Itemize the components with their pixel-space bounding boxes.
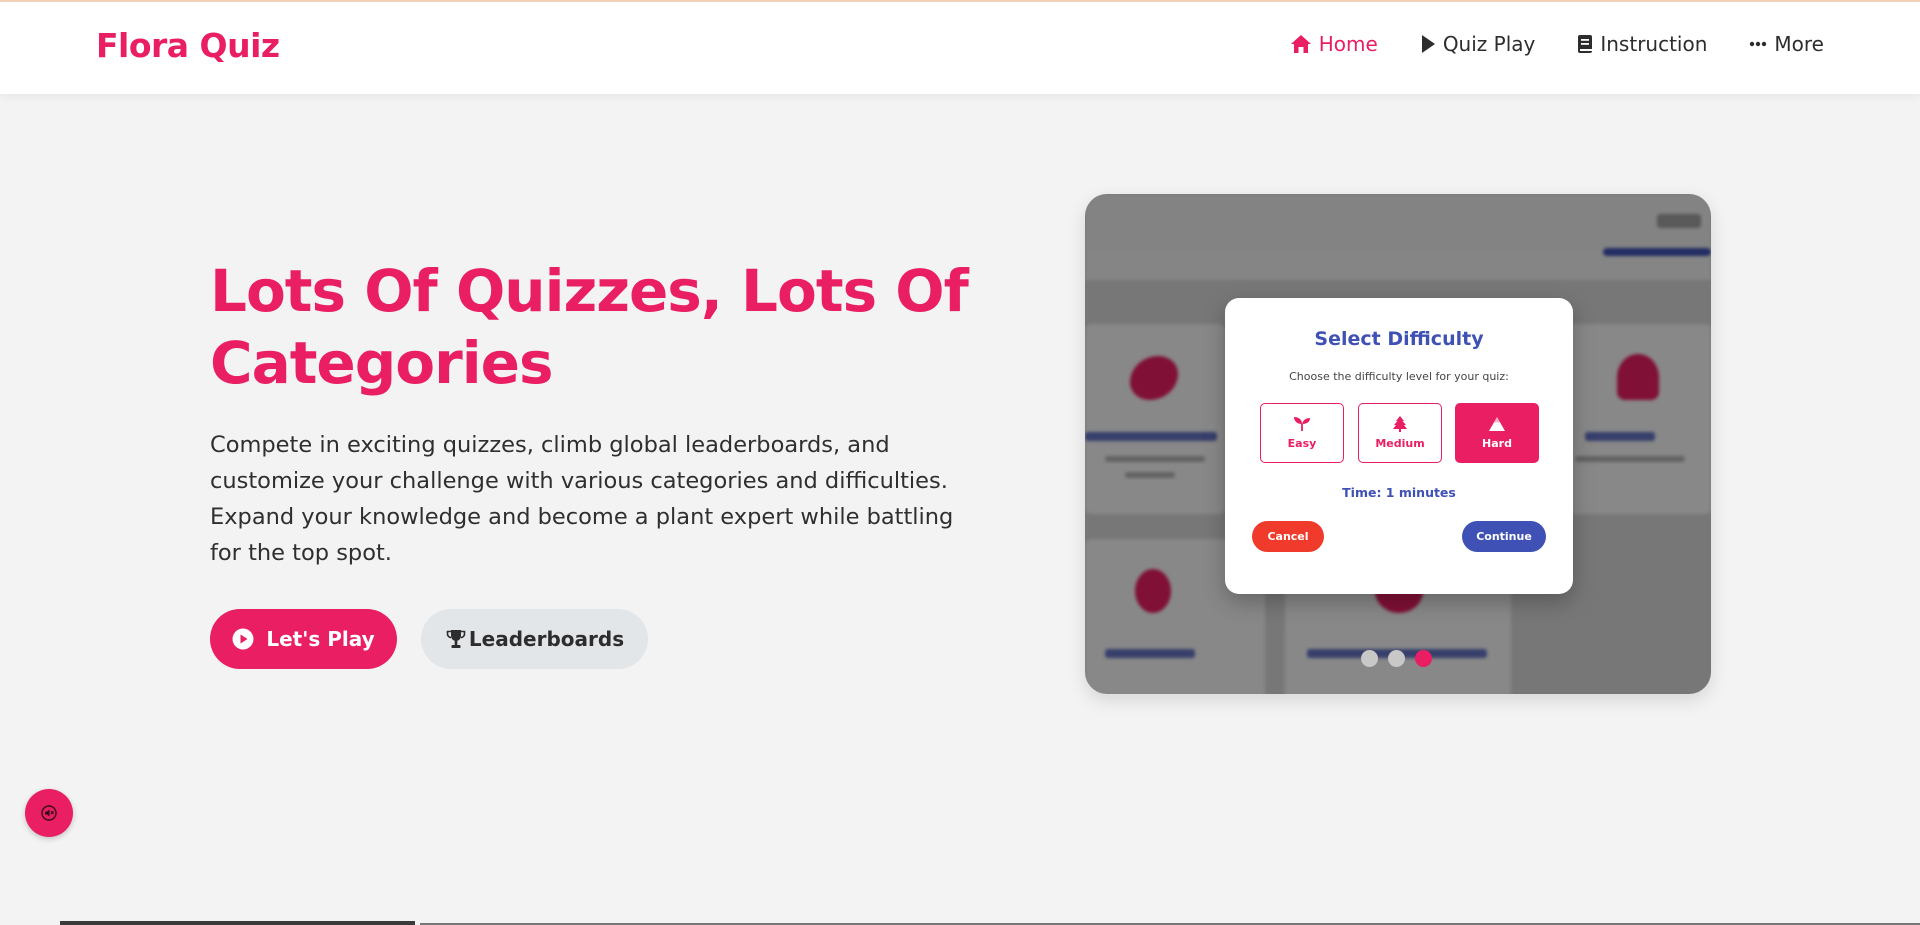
carousel-dot-2[interactable] <box>1388 650 1405 667</box>
brand-logo[interactable]: Flora Quiz <box>96 26 280 65</box>
home-icon <box>1290 35 1311 53</box>
play-circle-icon <box>232 628 254 650</box>
nav-item-label: Home <box>1318 32 1378 56</box>
more-dots-icon <box>1750 41 1767 47</box>
lets-play-label: Let's Play <box>266 627 375 651</box>
leaderboards-label: Leaderboards <box>468 627 625 651</box>
difficulty-medium-button[interactable]: Medium <box>1358 403 1442 463</box>
difficulty-easy-button[interactable]: Easy <box>1260 403 1344 463</box>
carousel-dot-3[interactable] <box>1415 650 1432 667</box>
sprout-icon <box>1294 417 1310 431</box>
nav-item-label: More <box>1774 32 1824 56</box>
nav-item-home[interactable]: Home <box>1290 32 1378 56</box>
difficulty-hard-button[interactable]: Hard <box>1455 403 1539 463</box>
cancel-button[interactable]: Cancel <box>1252 521 1324 552</box>
mountain-icon <box>1489 417 1505 431</box>
hero-description: Compete in exciting quizzes, climb globa… <box>210 432 954 566</box>
trophy-icon <box>446 630 466 648</box>
nav-item-label: Instruction <box>1600 32 1708 56</box>
play-icon <box>1421 35 1435 53</box>
bottom-divider <box>60 921 415 925</box>
carousel-dot-1[interactable] <box>1361 650 1378 667</box>
nav-item-instruction[interactable]: Instruction <box>1577 32 1707 56</box>
nav-item-label: Quiz Play <box>1442 32 1536 56</box>
sound-toggle-button[interactable] <box>25 789 73 837</box>
lets-play-button[interactable]: Let's Play <box>210 609 397 669</box>
difficulty-label: Easy <box>1287 437 1317 450</box>
quiz-preview-carousel: Select Difficulty Choose the difficulty … <box>1085 194 1711 694</box>
tree-icon <box>1393 416 1407 432</box>
nav-item-more[interactable]: More <box>1749 32 1824 56</box>
site-header: Flora Quiz Home Quiz Play Instruction Mo… <box>0 2 1920 94</box>
book-icon <box>1578 35 1593 53</box>
difficulty-label: Hard <box>1482 437 1512 450</box>
mute-speaker-icon <box>41 805 57 821</box>
select-difficulty-modal: Select Difficulty Choose the difficulty … <box>1225 298 1573 594</box>
hero-title: Lots Of Quizzes, Lots Of Categories <box>210 257 969 397</box>
continue-button[interactable]: Continue <box>1462 521 1546 552</box>
leaderboards-button[interactable]: Leaderboards <box>421 609 648 669</box>
difficulty-label: Medium <box>1375 437 1425 450</box>
modal-title: Select Difficulty <box>1314 328 1484 350</box>
carousel-indicators <box>1361 650 1432 667</box>
modal-subtitle: Choose the difficulty level for your qui… <box>1289 370 1509 383</box>
time-limit-text: Time: 1 minutes <box>1342 485 1456 500</box>
main-nav: Home Quiz Play Instruction More <box>1290 32 1824 56</box>
nav-item-quiz-play[interactable]: Quiz Play <box>1420 32 1536 56</box>
